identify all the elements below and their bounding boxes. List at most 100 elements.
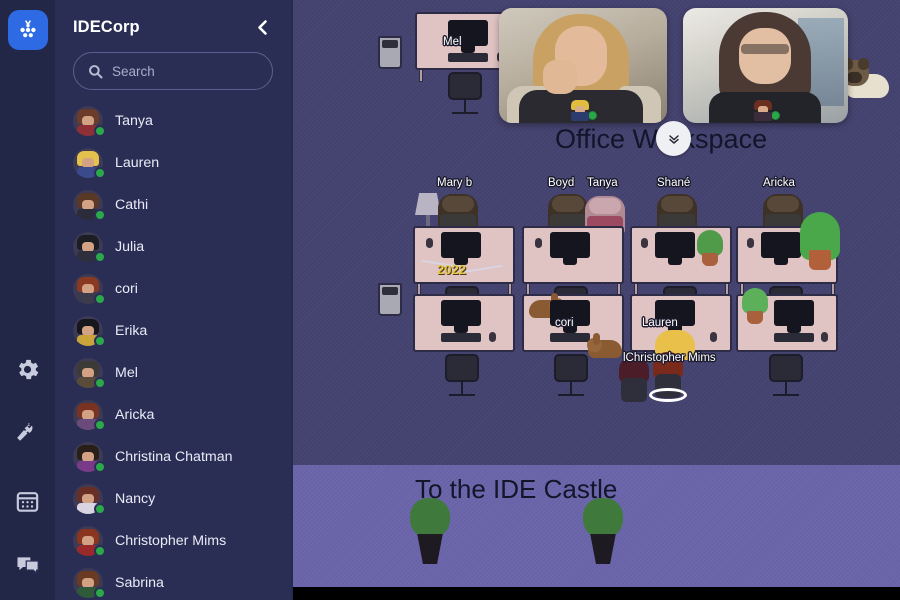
mouse	[535, 238, 542, 248]
avatar	[73, 232, 106, 263]
desk-nametag: Mel	[443, 36, 462, 48]
chair-base	[464, 99, 466, 113]
rail-item-build[interactable]	[0, 402, 55, 468]
plant-pot	[809, 250, 831, 270]
rail-item-calendar[interactable]	[0, 468, 55, 534]
chair	[769, 354, 803, 382]
large-potted-plant	[798, 194, 842, 270]
participant-row[interactable]: Christina Chatman	[73, 436, 291, 478]
video-tile-badge	[752, 99, 780, 121]
status-dot-online	[94, 293, 106, 305]
plant-pot	[747, 311, 763, 324]
keyboard	[774, 333, 814, 342]
keyboard	[441, 333, 481, 342]
status-dot-online	[94, 377, 106, 389]
chair-feet	[558, 394, 584, 396]
monitor	[774, 300, 814, 326]
desk-nametag: Aricka	[763, 177, 795, 189]
search-icon	[89, 64, 103, 78]
monitor-stand	[454, 326, 468, 333]
trash-can	[378, 283, 402, 316]
map-bottom-edge	[293, 587, 900, 600]
room-title-castle: To the IDE Castle	[415, 474, 618, 504]
rail-item-chat[interactable]	[0, 534, 55, 600]
hammer-icon	[17, 422, 33, 441]
chair-base	[570, 381, 572, 395]
video-tile-left[interactable]	[499, 8, 667, 123]
participant-name: Julia	[115, 239, 145, 255]
room-collapse-button[interactable]	[656, 121, 691, 156]
status-dot-online	[94, 545, 106, 557]
participant-row[interactable]: cori	[73, 268, 291, 310]
space-title: IDECorp	[73, 17, 140, 36]
participant-row[interactable]: Lauren	[73, 142, 291, 184]
monitor	[550, 232, 590, 258]
app-logo[interactable]	[7, 10, 48, 50]
desk-leg	[419, 69, 423, 82]
dog-sprite	[841, 58, 893, 104]
participant-row[interactable]: Erika	[73, 310, 291, 352]
mouse	[641, 238, 648, 248]
dog-snout	[847, 72, 862, 83]
participant-row[interactable]: Sabrina	[73, 562, 291, 600]
monitor-stand	[774, 258, 788, 265]
rail-item-settings[interactable]	[0, 336, 55, 402]
chair-base	[461, 381, 463, 395]
search-container	[55, 48, 291, 100]
avatar	[73, 442, 106, 473]
video-tile-badge	[569, 99, 597, 121]
monitor-stand	[563, 258, 577, 265]
plant-pot	[590, 534, 616, 564]
bunting-year: 2022	[437, 262, 466, 277]
avatar	[73, 148, 106, 179]
chair	[445, 354, 479, 382]
video-tile-right[interactable]	[683, 8, 848, 123]
status-dot-online	[94, 125, 106, 137]
plant-pot	[702, 253, 718, 266]
mouse	[489, 332, 496, 342]
mouse	[747, 238, 754, 248]
status-dot-online	[94, 503, 106, 515]
gather-dots-icon	[19, 20, 36, 38]
keyboard	[550, 333, 590, 342]
plant-pot	[417, 534, 443, 564]
desk-nametag: Boyd	[548, 177, 575, 189]
chair	[448, 72, 482, 100]
map-canvas[interactable]: 2022 Office Workspace To the IDE Castle …	[293, 0, 900, 600]
participant-row[interactable]: Tanya	[73, 100, 291, 142]
search-input[interactable]	[112, 63, 258, 79]
participant-row[interactable]: Aricka	[73, 394, 291, 436]
participant-name: Tanya	[115, 113, 153, 129]
status-dot-online	[94, 209, 106, 221]
sidebar-collapse-button[interactable]	[249, 14, 275, 40]
castle-plant	[581, 498, 625, 568]
participant-name: Nancy	[115, 491, 156, 507]
avatar	[73, 526, 106, 557]
pixel-avatar-icon	[752, 99, 774, 121]
trash-can	[378, 36, 402, 69]
pixel-avatar-icon	[569, 99, 591, 121]
dog-ear	[858, 58, 869, 70]
sidebar-header: IDECorp	[55, 0, 291, 48]
monitor-stand	[461, 46, 475, 53]
monitor	[441, 300, 481, 326]
chair-base	[785, 381, 787, 395]
monitor	[655, 232, 695, 258]
status-dot-online	[94, 251, 106, 263]
mouse	[821, 332, 828, 342]
participant-row[interactable]: Mel	[73, 352, 291, 394]
participant-row[interactable]: Cathi	[73, 184, 291, 226]
mouse	[710, 332, 717, 342]
avatar	[73, 316, 106, 347]
participant-row[interactable]: Christopher Mims	[73, 520, 291, 562]
avatar	[73, 106, 106, 137]
monitor	[761, 232, 801, 258]
avatar	[73, 190, 106, 221]
participant-row[interactable]: Nancy	[73, 478, 291, 520]
avatar	[73, 400, 106, 431]
participants-sidebar: IDECorp Tanya Lauren Cathi Julia cori Erika Me…	[55, 0, 293, 600]
bunny-pet	[587, 333, 622, 358]
participant-name: Sabrina	[115, 575, 164, 591]
search-box[interactable]	[73, 52, 273, 90]
participant-row[interactable]: Julia	[73, 226, 291, 268]
